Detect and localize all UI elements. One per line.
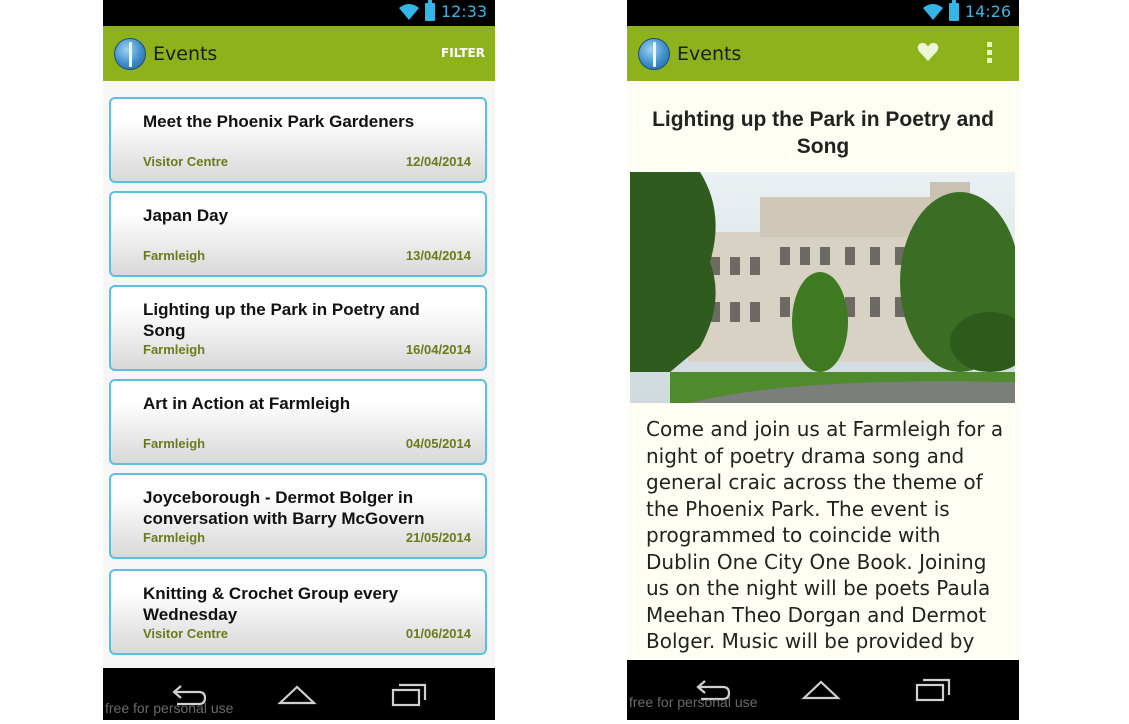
event-title: Japan Day	[143, 206, 229, 225]
recent-apps-icon[interactable]	[913, 676, 953, 702]
event-title: Knitting & Crochet Group every Wednesday	[143, 584, 399, 624]
wifi-icon	[398, 3, 419, 20]
navigation-bar: free for personal use	[627, 660, 1019, 720]
event-title: Lighting up the Park in Poetry and Song	[143, 300, 420, 340]
event-title: Joyceborough - Dermot Bolger in conversa…	[143, 488, 425, 528]
event-venue: Farmleigh	[143, 436, 206, 451]
event-photo	[630, 172, 1015, 403]
navigation-bar: free for personal use	[103, 668, 495, 720]
event-venue: Farmleigh	[143, 248, 206, 263]
home-icon[interactable]	[801, 676, 841, 702]
battery-icon	[948, 0, 959, 21]
event-card[interactable]: Meet the Phoenix Park Gardeners Visitor …	[109, 97, 487, 183]
event-venue: Visitor Centre	[143, 626, 229, 641]
event-card[interactable]: Art in Action at Farmleigh Farmleigh 04/…	[109, 379, 487, 465]
event-date: 12/04/2014	[405, 154, 471, 169]
event-date: 21/05/2014	[405, 530, 471, 545]
events-list-screen: 12:33 Events FILTER Meet the Phoenix Par…	[103, 0, 495, 720]
event-card[interactable]: Joyceborough - Dermot Bolger in conversa…	[109, 473, 487, 559]
battery-icon	[424, 0, 435, 21]
event-card[interactable]: Japan Day Farmleigh 13/04/2014	[109, 191, 487, 277]
event-title: Meet the Phoenix Park Gardeners	[143, 112, 415, 131]
event-venue: Visitor Centre	[143, 154, 229, 169]
wifi-icon	[922, 3, 943, 20]
heart-icon[interactable]	[917, 41, 939, 63]
event-detail-screen: 14:26 Events Lighting up the Park in Poe…	[627, 0, 1019, 720]
event-date: 01/06/2014	[405, 626, 471, 641]
event-list[interactable]: Meet the Phoenix Park Gardeners Visitor …	[103, 81, 495, 670]
event-card[interactable]: Knitting & Crochet Group every Wednesday…	[109, 569, 487, 655]
watermark-text: free for personal use	[629, 694, 758, 710]
app-logo-icon[interactable]	[114, 37, 146, 70]
app-title: Events	[153, 42, 218, 65]
app-title: Events	[677, 42, 742, 65]
action-bar: Events	[627, 26, 1019, 81]
status-time: 12:33	[440, 2, 487, 21]
event-date: 16/04/2014	[405, 342, 471, 357]
status-bar: 12:33	[103, 0, 495, 26]
event-detail-title: Lighting up the Park in Poetry and Song	[652, 108, 994, 158]
filter-button[interactable]: FILTER	[441, 46, 485, 60]
app-logo-icon[interactable]	[638, 37, 670, 70]
home-icon[interactable]	[277, 681, 317, 707]
action-bar: Events FILTER	[103, 26, 495, 81]
recent-apps-icon[interactable]	[389, 681, 429, 707]
event-venue: Farmleigh	[143, 530, 206, 545]
event-detail[interactable]: Lighting up the Park in Poetry and Song	[627, 81, 1019, 660]
event-date: 04/05/2014	[405, 436, 471, 451]
watermark-text: free for personal use	[105, 700, 234, 716]
status-bar: 14:26	[627, 0, 1019, 26]
event-venue: Farmleigh	[143, 342, 206, 357]
event-card[interactable]: Lighting up the Park in Poetry and Song …	[109, 285, 487, 371]
event-title: Art in Action at Farmleigh	[143, 394, 351, 413]
status-time: 14:26	[964, 2, 1011, 21]
event-detail-body: Come and join us at Farmleigh for a nigh…	[646, 417, 1004, 653]
overflow-menu-icon[interactable]	[985, 40, 993, 68]
event-date: 13/04/2014	[405, 248, 471, 263]
